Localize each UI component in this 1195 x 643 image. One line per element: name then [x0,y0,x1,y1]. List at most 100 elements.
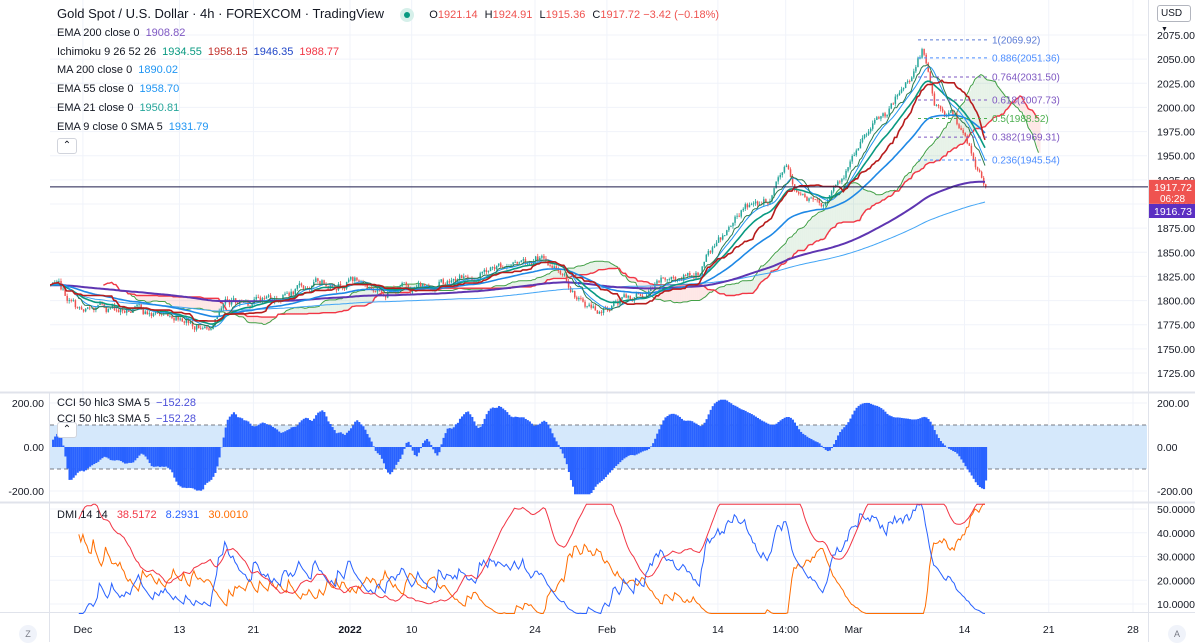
candle-body [710,251,712,252]
candle-body [586,306,588,307]
candle-body [860,142,862,149]
zoom-reset-button[interactable]: Z [19,625,37,643]
indicator-legend[interactable]: EMA 21 close 01950.81 [57,102,179,114]
cci-bar [728,402,730,447]
cci-value: −152.28 [156,413,196,425]
candle-body [804,194,806,197]
candle-body [352,277,354,281]
candle-body [523,259,525,260]
cci-bar [223,438,225,447]
cci-bar [541,422,543,447]
indicator-legend[interactable]: EMA 55 close 01958.70 [57,83,179,95]
candle-body [210,329,212,330]
cci-bar [408,442,410,447]
candle-body [925,55,927,64]
cci-bar [471,417,473,447]
cci-bar [759,419,761,447]
cci-bar [496,408,498,447]
cci-bar [562,447,564,454]
cci-bar [325,416,327,447]
auto-scale-button[interactable]: A [1168,625,1186,643]
cci-bar [681,419,683,447]
cci-bar [884,412,886,447]
candle-body [149,313,151,314]
chart-canvas[interactable]: 1(2069.92)0.886(2051.36)0.764(2031.50)0.… [0,0,1195,642]
candle-body [675,277,677,280]
candle-body [465,276,467,277]
cci-bar [817,442,819,447]
ichimoku-cloud [163,296,165,302]
price-tick-label: 1825.00 [1157,271,1195,283]
cci-bar [369,437,371,447]
currency-dropdown[interactable]: USD ▼ [1157,5,1191,22]
cci-bar [299,422,301,447]
candle-body [843,178,845,179]
symbol-title[interactable]: Gold Spot / U.S. Dollar · 4h · FOREXCOM … [57,6,384,21]
fib-level-label: 1(2069.92) [992,35,1040,46]
cci-bar [780,420,782,447]
candle-body [426,285,428,286]
candle-body [734,217,736,223]
cci-bar [701,425,703,447]
candle-body [695,273,697,278]
cci-bar [258,425,260,447]
cci-bar [204,447,206,485]
candle-body [572,291,574,292]
ichimoku-cloud [305,308,307,314]
cci-bar [810,439,812,447]
cci-bar [841,429,843,447]
candle-body [198,325,200,328]
indicator-label: EMA 9 close 0 SMA 5 [57,121,163,133]
dmi-legend[interactable]: DMI 14 14 38.5172 8.2931 30.0010 [57,509,248,521]
cci-bar [539,424,541,447]
indicator-legend[interactable]: EMA 200 close 01908.82 [57,27,185,39]
candle-body [467,277,469,278]
cci-bar [773,425,775,447]
candle-body [660,278,662,283]
indicator-legend[interactable]: MA 200 close 01890.02 [57,64,178,76]
cci-bar [73,447,75,478]
cci-bar [761,421,763,447]
cci-bar [798,429,800,447]
cci-bar [253,426,255,447]
candle-body [940,106,942,109]
countdown-label: 06:28 [1160,194,1185,205]
cci-bar [537,425,539,447]
candle-body [440,279,442,281]
cci-bar [194,447,196,490]
chevron-up-icon[interactable]: ⌃ [57,422,77,438]
ichimoku-cloud [740,282,742,295]
main-pane [50,48,1041,332]
candle-body [767,203,769,204]
cci-bar [835,440,837,447]
candle-body [625,294,627,297]
cci-legend-2[interactable]: CCI 50 hlc3 SMA 5−152.28 [57,413,196,425]
indicator-legend[interactable]: EMA 9 close 0 SMA 51931.79 [57,121,209,133]
candle-body [851,156,853,162]
cci-bar [171,447,173,472]
cci-bar [582,447,584,494]
candle-body [599,312,601,314]
cci-bar [603,447,605,479]
chevron-up-icon[interactable]: ⌃ [57,138,77,154]
ichimoku-cloud [311,307,313,313]
ichimoku-cloud [315,307,317,313]
cci-bar [512,417,514,447]
ohlc-values: O1921.14 H1924.91 L1915.36 C1917.72 −3.4… [425,9,719,21]
candle-body [315,278,317,282]
cci-bar [919,418,921,447]
cci-bar [484,419,486,447]
ichimoku-cloud [823,211,825,240]
cci-bar [159,447,161,467]
cci-bar [60,436,62,447]
indicator-legend[interactable]: Ichimoku 9 26 52 261934.551958.151946.35… [57,46,339,58]
cci-bar [886,414,888,447]
cci-legend-1[interactable]: CCI 50 hlc3 SMA 5−152.28 [57,397,196,409]
candle-body [786,166,788,167]
indicator-label: MA 200 close 0 [57,64,132,76]
cci-bar [845,425,847,447]
cci-bar [819,443,821,447]
candle-body [671,277,673,279]
price-tick-label: 2025.00 [1157,78,1195,90]
candle-body [593,306,595,307]
